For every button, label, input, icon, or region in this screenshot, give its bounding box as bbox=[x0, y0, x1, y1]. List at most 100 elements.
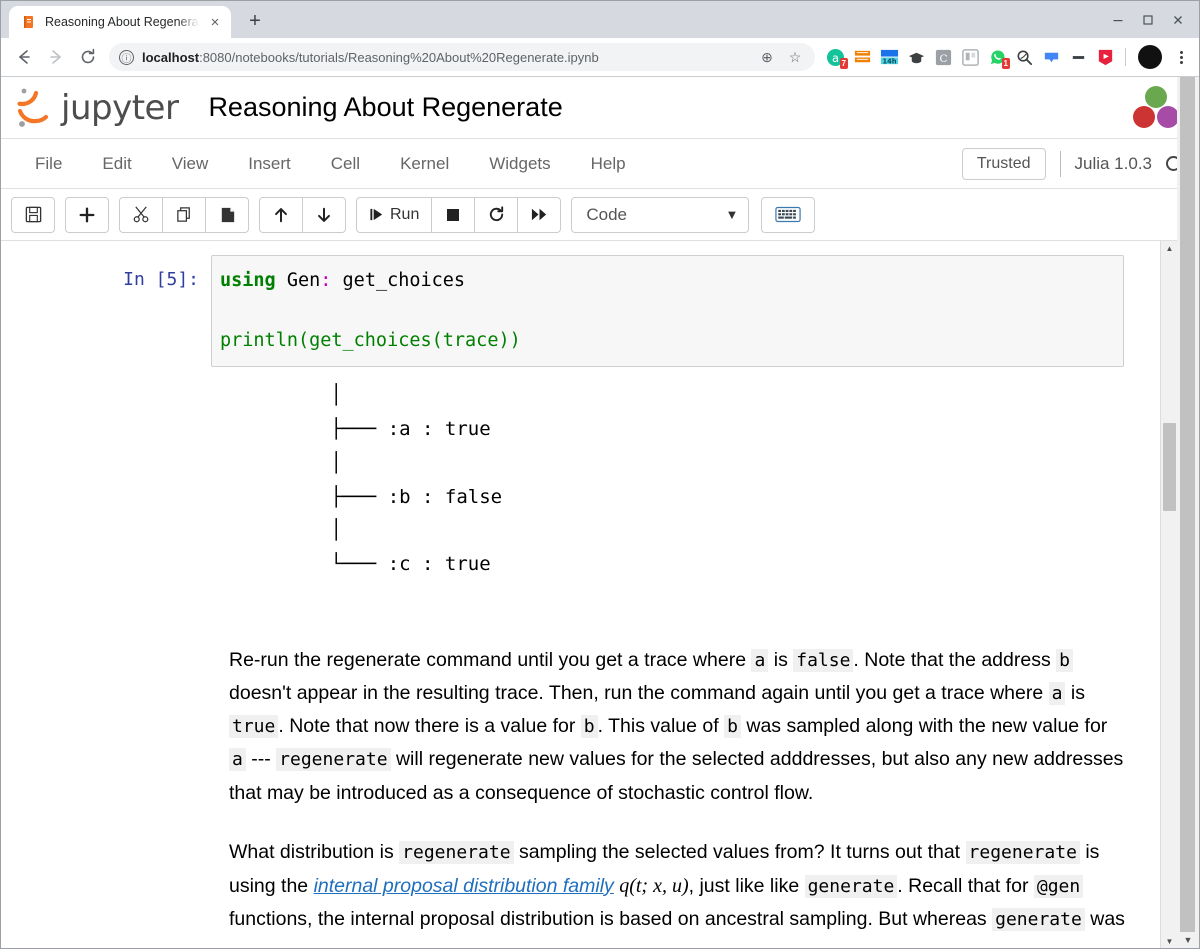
dash-extension-icon[interactable] bbox=[1066, 43, 1090, 71]
interrupt-kernel-button[interactable] bbox=[431, 196, 476, 233]
reload-icon[interactable] bbox=[73, 42, 103, 72]
cell-output: │ ├─── :a : true │ ├─── :b : false │ └──… bbox=[330, 384, 503, 576]
menu-view[interactable]: View bbox=[152, 148, 229, 180]
svg-text:C: C bbox=[939, 52, 947, 64]
paste-button[interactable] bbox=[205, 196, 249, 233]
md1-part1: Re-run the regenerate command until you … bbox=[229, 648, 752, 671]
notebook-body[interactable]: In [5]: using Gen: get_choices println(g… bbox=[1, 241, 1199, 948]
md1-part9: --- bbox=[245, 748, 277, 771]
scholar-extension-icon[interactable] bbox=[904, 43, 928, 71]
inline-code-a3: a bbox=[229, 748, 246, 772]
notebook-scroll-thumb[interactable] bbox=[1163, 423, 1176, 512]
command-palette-button[interactable] bbox=[761, 196, 816, 233]
whatsapp-extension-icon[interactable]: 1 bbox=[985, 43, 1010, 71]
profile-avatar[interactable] bbox=[1138, 45, 1162, 70]
restart-kernel-button[interactable] bbox=[474, 196, 519, 233]
minimize-button[interactable] bbox=[1103, 7, 1133, 33]
jupyter-menubar: File Edit View Insert Cell Kernel Widget… bbox=[1, 139, 1199, 190]
close-button[interactable] bbox=[1163, 7, 1193, 33]
input-prompt: In [5]: bbox=[123, 269, 199, 291]
inline-code-regenerate3: regenerate bbox=[965, 840, 1080, 864]
video-extension-icon[interactable] bbox=[1093, 43, 1117, 71]
maximize-button[interactable] bbox=[1133, 7, 1163, 33]
notebook-icon bbox=[21, 14, 37, 30]
menubar-right: Trusted Julia 1.0.3 bbox=[961, 147, 1185, 180]
md1-part8: was sampled along with the new value for bbox=[740, 715, 1108, 738]
tab-title: Reasoning About Regenerate bbox=[45, 15, 199, 30]
browser-menu-icon[interactable] bbox=[1171, 50, 1191, 64]
bookmark-star-icon[interactable]: ☆ bbox=[785, 49, 805, 66]
new-tab-button[interactable]: + bbox=[241, 7, 269, 35]
run-button[interactable]: Run bbox=[356, 196, 433, 233]
time-tracker-extension-icon[interactable]: 14h bbox=[877, 43, 901, 71]
md1-part2: is bbox=[768, 648, 794, 671]
math-expression: q(t; x, u) bbox=[619, 874, 689, 897]
jupyter-header: jupyter Reasoning About Regenerate bbox=[1, 77, 1199, 140]
copy-button[interactable] bbox=[162, 196, 206, 233]
restart-and-run-all-button[interactable] bbox=[517, 196, 562, 233]
simsimi-extension-icon[interactable] bbox=[850, 43, 874, 71]
page-scroll-thumb[interactable] bbox=[1180, 77, 1195, 932]
menu-help[interactable]: Help bbox=[571, 148, 646, 180]
search-extension-icon[interactable] bbox=[1012, 43, 1036, 71]
notebook-scroll-up-icon[interactable]: ▲ bbox=[1161, 241, 1178, 255]
markdown-cell-2[interactable]: What distribution is regenerate sampling… bbox=[229, 836, 1129, 948]
comment-extension-icon[interactable] bbox=[1039, 43, 1063, 71]
jupyter-page: jupyter Reasoning About Regenerate File … bbox=[1, 77, 1199, 948]
inline-code-regenerate1: regenerate bbox=[276, 748, 391, 772]
whatsapp-badge: 1 bbox=[1001, 58, 1010, 70]
code-editor[interactable]: using Gen: get_choices println(get_choic… bbox=[211, 255, 1124, 368]
cut-button[interactable] bbox=[119, 196, 163, 233]
code-cell[interactable]: In [5]: using Gen: get_choices println(g… bbox=[1, 255, 1199, 368]
edit-group bbox=[119, 196, 249, 233]
trello-extension-icon[interactable] bbox=[958, 43, 982, 71]
page-scroll-down-icon[interactable]: ▼ bbox=[1177, 932, 1199, 948]
browser-window: Reasoning About Regenerate × + ⓘ localho… bbox=[0, 0, 1200, 949]
inline-code-b2: b bbox=[580, 715, 598, 739]
internal-proposal-link[interactable]: internal proposal distribution family bbox=[314, 875, 614, 897]
md2-part5: . Recall that for bbox=[897, 874, 1034, 897]
menu-widgets[interactable]: Widgets bbox=[469, 148, 570, 180]
jupyter-logo-icon bbox=[17, 88, 49, 127]
md1-part4: doesn't appear in the resulting trace. T… bbox=[229, 682, 1049, 705]
md2-part2: sampling the selected values from? It tu… bbox=[513, 840, 966, 863]
menu-file[interactable]: File bbox=[15, 148, 82, 180]
menu-cell[interactable]: Cell bbox=[311, 148, 380, 180]
md1-part5: is bbox=[1065, 682, 1085, 705]
md1-part6: . Note that now there is a value for bbox=[278, 715, 581, 738]
zoom-icon[interactable]: ⊕ bbox=[757, 49, 777, 66]
forward-icon[interactable] bbox=[41, 42, 71, 72]
toolbar-divider bbox=[1125, 48, 1126, 67]
notebook-scroll-down-icon[interactable]: ▼ bbox=[1161, 934, 1178, 948]
insert-cell-below-button[interactable] bbox=[65, 196, 109, 233]
grammarly-extension-icon[interactable]: a 7 bbox=[823, 43, 848, 71]
back-icon[interactable] bbox=[9, 42, 39, 72]
svg-text:a: a bbox=[832, 50, 839, 64]
inline-code-generate2: generate bbox=[992, 907, 1085, 931]
menu-kernel[interactable]: Kernel bbox=[380, 148, 469, 180]
jupyter-logo[interactable]: jupyter bbox=[15, 85, 179, 131]
site-info-icon[interactable]: ⓘ bbox=[119, 49, 134, 65]
move-cell-up-button[interactable] bbox=[259, 196, 303, 233]
tab-close-icon[interactable]: × bbox=[207, 15, 223, 30]
md2-part1: What distribution is bbox=[229, 840, 400, 863]
browser-tab[interactable]: Reasoning About Regenerate × bbox=[9, 6, 231, 39]
md2-part4: , just like like bbox=[688, 874, 805, 897]
notebook-scrollbar[interactable]: ▲ ▼ bbox=[1160, 241, 1177, 948]
address-bar[interactable]: ⓘ localhost:8080/notebooks/tutorials/Rea… bbox=[109, 43, 815, 72]
notebook-title[interactable]: Reasoning About Regenerate bbox=[208, 92, 562, 123]
menu-edit[interactable]: Edit bbox=[82, 148, 151, 180]
markdown-cell-1[interactable]: Re-run the regenerate command until you … bbox=[229, 644, 1129, 810]
inline-code-a2: a bbox=[1048, 682, 1066, 706]
c-extension-icon[interactable]: C bbox=[931, 43, 955, 71]
menu-insert[interactable]: Insert bbox=[228, 148, 311, 180]
cell-type-select[interactable]: Code ▼ bbox=[571, 196, 750, 233]
page-scrollbar[interactable]: ▼ bbox=[1177, 77, 1199, 948]
trusted-badge[interactable]: Trusted bbox=[961, 147, 1046, 180]
inline-code-true: true bbox=[229, 715, 279, 739]
move-cell-down-button[interactable] bbox=[302, 196, 346, 233]
tab-strip: Reasoning About Regenerate × + bbox=[1, 1, 1199, 39]
code-import-name: get_choices bbox=[331, 270, 466, 292]
save-button[interactable] bbox=[11, 196, 55, 233]
menubar-divider bbox=[1059, 150, 1061, 177]
